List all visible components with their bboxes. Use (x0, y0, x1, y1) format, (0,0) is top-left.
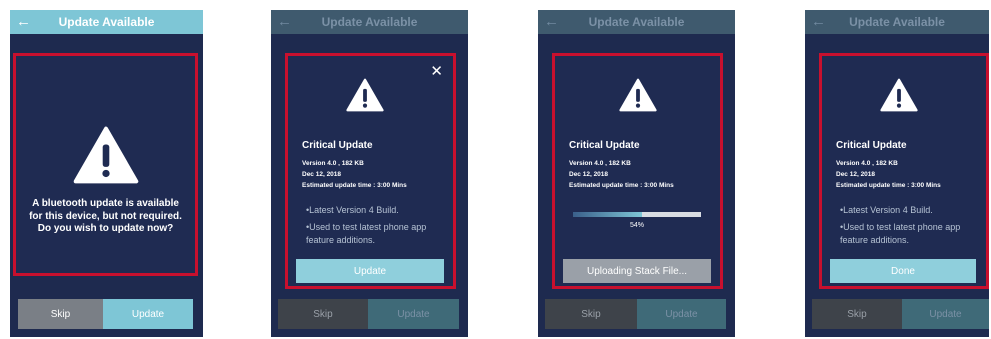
phone-screen-2: ← Update Available ✕ Critical Update Ver… (271, 10, 468, 337)
screen-title: Update Available (321, 15, 418, 29)
update-label: Update (929, 308, 962, 320)
arrow-left-icon[interactable]: ← (544, 13, 559, 31)
release-date: Dec 12, 2018 (569, 171, 609, 178)
warning-icon (346, 78, 384, 112)
skip-button[interactable]: Skip (545, 299, 637, 329)
update-dialog: A bluetooth update is available for this… (13, 53, 198, 276)
update-button[interactable]: Update (637, 299, 726, 329)
arrow-left-icon[interactable]: ← (16, 13, 31, 31)
top-bar: ← Update Available (10, 10, 203, 34)
release-date: Dec 12, 2018 (302, 171, 342, 178)
note-item: •Used to test latest phone app feature a… (840, 222, 961, 245)
critical-update-dialog: Critical Update Version 4.0 , 182 KB Dec… (819, 53, 989, 289)
note-item: •Latest Version 4 Build. (840, 205, 933, 215)
progress-fill (573, 212, 643, 217)
note-item: •Latest Version 4 Build. (306, 205, 399, 215)
uploading-status-button: Uploading Stack File... (563, 259, 711, 283)
critical-update-title: Critical Update (569, 140, 640, 151)
warning-icon (619, 78, 657, 112)
version-info: Version 4.0 , 182 KB (569, 160, 631, 167)
skip-button[interactable]: Skip (812, 299, 902, 329)
estimated-time: Estimated update time : 3:00 Mins (569, 182, 674, 189)
update-message: A bluetooth update is available for this… (29, 198, 182, 234)
close-icon[interactable]: ✕ (430, 64, 443, 79)
estimated-time: Estimated update time : 3:00 Mins (302, 182, 407, 189)
critical-update-title: Critical Update (302, 140, 373, 151)
arrow-left-icon[interactable]: ← (277, 13, 292, 31)
skip-label: Skip (847, 308, 867, 320)
release-date: Dec 12, 2018 (836, 171, 876, 178)
skip-label: Skip (50, 308, 71, 320)
update-button[interactable]: Update (103, 299, 193, 329)
done-button[interactable]: Done (830, 259, 976, 283)
note-item: •Used to test latest phone app feature a… (306, 222, 427, 245)
skip-button[interactable]: Skip (278, 299, 368, 329)
screen-title: Update Available (58, 15, 155, 29)
version-info: Version 4.0 , 182 KB (836, 160, 898, 167)
card-update-button[interactable]: Update (296, 259, 444, 283)
estimated-time: Estimated update time : 3:00 Mins (836, 182, 941, 189)
phone-screen-4: ← Update Available Critical Update Versi… (805, 10, 989, 337)
update-label: Update (397, 308, 430, 320)
top-bar: ← Update Available (805, 10, 989, 34)
update-label: Update (131, 308, 165, 320)
phone-screen-3: ← Update Available Critical Update Versi… (538, 10, 735, 337)
warning-icon (880, 78, 918, 112)
critical-update-dialog: ✕ Critical Update Version 4.0 , 182 KB D… (285, 53, 456, 289)
skip-label: Skip (581, 308, 601, 320)
update-button[interactable]: Update (902, 299, 989, 329)
top-bar: ← Update Available (271, 10, 468, 34)
update-button[interactable]: Update (368, 299, 459, 329)
phone-screen-1: ← Update Available A bluetooth update is… (10, 10, 203, 337)
card-button-label: Done (891, 265, 915, 277)
card-button-label: Uploading Stack File... (586, 265, 688, 277)
progress-percent: 54% (629, 222, 644, 229)
progress-bar (573, 212, 701, 217)
update-label: Update (665, 308, 698, 320)
warning-icon (73, 126, 139, 184)
top-bar: ← Update Available (538, 10, 735, 34)
arrow-left-icon[interactable]: ← (811, 13, 826, 31)
screen-title: Update Available (588, 15, 685, 29)
skip-button[interactable]: Skip (18, 299, 103, 329)
critical-update-title: Critical Update (836, 140, 907, 151)
critical-update-dialog: Critical Update Version 4.0 , 182 KB Dec… (552, 53, 723, 289)
skip-label: Skip (313, 308, 333, 320)
card-button-label: Update (353, 265, 387, 277)
version-info: Version 4.0 , 182 KB (302, 160, 364, 167)
screen-title: Update Available (849, 15, 945, 29)
